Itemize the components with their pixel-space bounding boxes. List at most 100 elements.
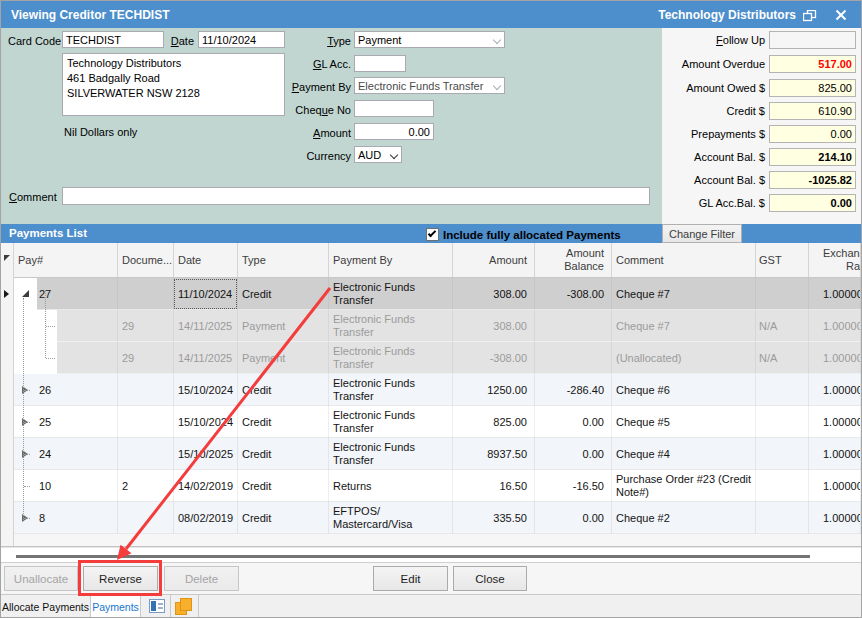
cell-comment[interactable]: Purchase Order #23 (Credit Note#) bbox=[612, 470, 756, 502]
column-header-amount[interactable]: Amount bbox=[453, 243, 535, 277]
tab-payments[interactable]: Payments bbox=[91, 595, 141, 618]
cell-doc[interactable] bbox=[118, 406, 174, 438]
cell-balance[interactable]: 0.00 bbox=[535, 502, 612, 534]
cell-doc[interactable]: 2 bbox=[118, 470, 174, 502]
cell-pay[interactable] bbox=[14, 342, 118, 374]
payment-by-combo[interactable]: Electronic Funds Transfer bbox=[354, 77, 505, 94]
cell-exch[interactable]: 1.00000 bbox=[809, 342, 861, 374]
cell-payby[interactable]: Electronic Funds Transfer bbox=[329, 310, 453, 342]
cell-amount[interactable]: 308.00 bbox=[453, 278, 535, 310]
cell-amount[interactable]: 8937.50 bbox=[453, 438, 535, 470]
close-button[interactable]: Close bbox=[453, 566, 527, 591]
cell-balance[interactable] bbox=[535, 342, 612, 374]
cheque-no-field[interactable] bbox=[354, 100, 434, 117]
cell-gst[interactable]: N/A bbox=[756, 310, 809, 342]
copy-icon[interactable] bbox=[175, 598, 193, 615]
cell-balance[interactable]: 0.00 bbox=[535, 438, 612, 470]
cell-gst[interactable] bbox=[756, 502, 809, 534]
cell-amount[interactable]: 16.50 bbox=[453, 470, 535, 502]
cell-type[interactable]: Credit bbox=[238, 502, 329, 534]
cell-type[interactable]: Credit bbox=[238, 438, 329, 470]
table-row[interactable]: 808/02/2019CreditEFTPOS/ Mastercard/Visa… bbox=[14, 502, 861, 534]
cell-payby[interactable]: Electronic Funds Transfer bbox=[329, 406, 453, 438]
cell-exch[interactable]: 1.00000 bbox=[809, 278, 861, 310]
close-icon[interactable] bbox=[835, 9, 847, 21]
edit-button[interactable]: Edit bbox=[373, 566, 448, 591]
cell-payby[interactable]: Electronic Funds Transfer bbox=[329, 342, 453, 374]
cell-date[interactable]: 14/11/2025 bbox=[174, 310, 238, 342]
amount-field[interactable]: 0.00 bbox=[354, 123, 434, 140]
cell-exch[interactable]: 1.00000 bbox=[809, 374, 861, 406]
column-header-balance[interactable]: Amount Balance bbox=[535, 243, 612, 277]
cell-amount[interactable]: 825.00 bbox=[453, 406, 535, 438]
cell-comment[interactable]: Cheque #7 bbox=[612, 310, 756, 342]
cell-amount[interactable]: 308.00 bbox=[453, 310, 535, 342]
cell-amount[interactable]: 1250.00 bbox=[453, 374, 535, 406]
cell-payby[interactable]: EFTPOS/ Mastercard/Visa bbox=[329, 502, 453, 534]
table-row[interactable]: 2615/10/2024CreditElectronic Funds Trans… bbox=[14, 374, 861, 406]
cell-exch[interactable]: 1.00000 bbox=[809, 470, 861, 502]
cell-date[interactable]: 14/02/2019 bbox=[174, 470, 238, 502]
cell-date[interactable]: 15/10/2024 bbox=[174, 374, 238, 406]
cell-type[interactable]: Payment bbox=[238, 342, 329, 374]
cell-gst[interactable] bbox=[756, 438, 809, 470]
cell-balance[interactable]: 0.00 bbox=[535, 406, 612, 438]
cell-payby[interactable]: Electronic Funds Transfer bbox=[329, 278, 453, 310]
cell-balance[interactable] bbox=[535, 310, 612, 342]
tab-allocate-payments[interactable]: Allocate Payments bbox=[1, 595, 91, 618]
column-header-date[interactable]: Date bbox=[174, 243, 238, 277]
cell-gst[interactable] bbox=[756, 374, 809, 406]
cell-amount[interactable]: -308.00 bbox=[453, 342, 535, 374]
cell-payby[interactable]: Electronic Funds Transfer bbox=[329, 374, 453, 406]
cell-doc[interactable] bbox=[118, 278, 174, 310]
table-row[interactable]: 10214/02/2019CreditReturns16.50-16.50Pur… bbox=[14, 470, 861, 502]
cell-doc[interactable]: 29 bbox=[118, 310, 174, 342]
cell-date[interactable]: 14/11/2025 bbox=[174, 342, 238, 374]
cell-exch[interactable]: 1.00000 bbox=[809, 406, 861, 438]
cell-exch[interactable]: 1.00000 bbox=[809, 310, 861, 342]
cell-comment[interactable]: Cheque #2 bbox=[612, 502, 756, 534]
cell-doc[interactable]: 29 bbox=[118, 342, 174, 374]
cell-date[interactable]: 15/10/2025 bbox=[174, 438, 238, 470]
currency-combo[interactable]: AUD bbox=[354, 146, 402, 163]
cell-exch[interactable]: 1.00000 bbox=[809, 502, 861, 534]
cell-amount[interactable]: 335.50 bbox=[453, 502, 535, 534]
scrollbar-thumb[interactable] bbox=[16, 555, 810, 558]
cell-gst[interactable] bbox=[756, 470, 809, 502]
cell-gst[interactable] bbox=[756, 278, 809, 310]
table-row[interactable]: 2515/10/2024CreditElectronic Funds Trans… bbox=[14, 406, 861, 438]
cell-type[interactable]: Credit bbox=[238, 406, 329, 438]
cell-exch[interactable]: 1.00000 bbox=[809, 438, 861, 470]
cell-comment[interactable]: Cheque #5 bbox=[612, 406, 756, 438]
column-header-type[interactable]: Type bbox=[238, 243, 329, 277]
cell-balance[interactable]: -16.50 bbox=[535, 470, 612, 502]
cell-payby[interactable]: Electronic Funds Transfer bbox=[329, 438, 453, 470]
horizontal-scrollbar[interactable] bbox=[1, 548, 861, 562]
cell-balance[interactable]: -308.00 bbox=[535, 278, 612, 310]
cell-doc[interactable] bbox=[118, 438, 174, 470]
cell-gst[interactable] bbox=[756, 406, 809, 438]
restore-icon[interactable] bbox=[803, 10, 817, 22]
cell-doc[interactable] bbox=[118, 374, 174, 406]
cell-payby[interactable]: Returns bbox=[329, 470, 453, 502]
select-all-corner-icon[interactable] bbox=[4, 255, 10, 261]
cell-comment[interactable]: Cheque #6 bbox=[612, 374, 756, 406]
column-header-doc[interactable]: Docume... bbox=[118, 243, 174, 277]
cell-type[interactable]: Credit bbox=[238, 278, 329, 310]
row-expander-expanded-icon[interactable] bbox=[22, 290, 29, 297]
comment-field[interactable] bbox=[62, 187, 650, 205]
cell-type[interactable]: Credit bbox=[238, 374, 329, 406]
cell-pay[interactable]: 27 bbox=[14, 278, 118, 310]
cell-date[interactable]: 15/10/2024 bbox=[174, 406, 238, 438]
unallocate-button[interactable]: Unallocate bbox=[4, 566, 78, 591]
table-row[interactable]: 2914/11/2025PaymentElectronic Funds Tran… bbox=[14, 310, 861, 342]
table-row[interactable]: 2415/10/2025CreditElectronic Funds Trans… bbox=[14, 438, 861, 470]
table-row[interactable]: 2711/10/2024CreditElectronic Funds Trans… bbox=[14, 278, 861, 310]
delete-button[interactable]: Delete bbox=[164, 566, 239, 591]
column-header-comment[interactable]: Comment bbox=[612, 243, 756, 277]
reverse-button[interactable]: Reverse bbox=[83, 566, 158, 591]
cell-balance[interactable]: -286.40 bbox=[535, 374, 612, 406]
cell-doc[interactable] bbox=[118, 502, 174, 534]
column-header-pay[interactable]: Pay# bbox=[14, 243, 118, 277]
type-combo[interactable]: Payment bbox=[354, 31, 505, 48]
